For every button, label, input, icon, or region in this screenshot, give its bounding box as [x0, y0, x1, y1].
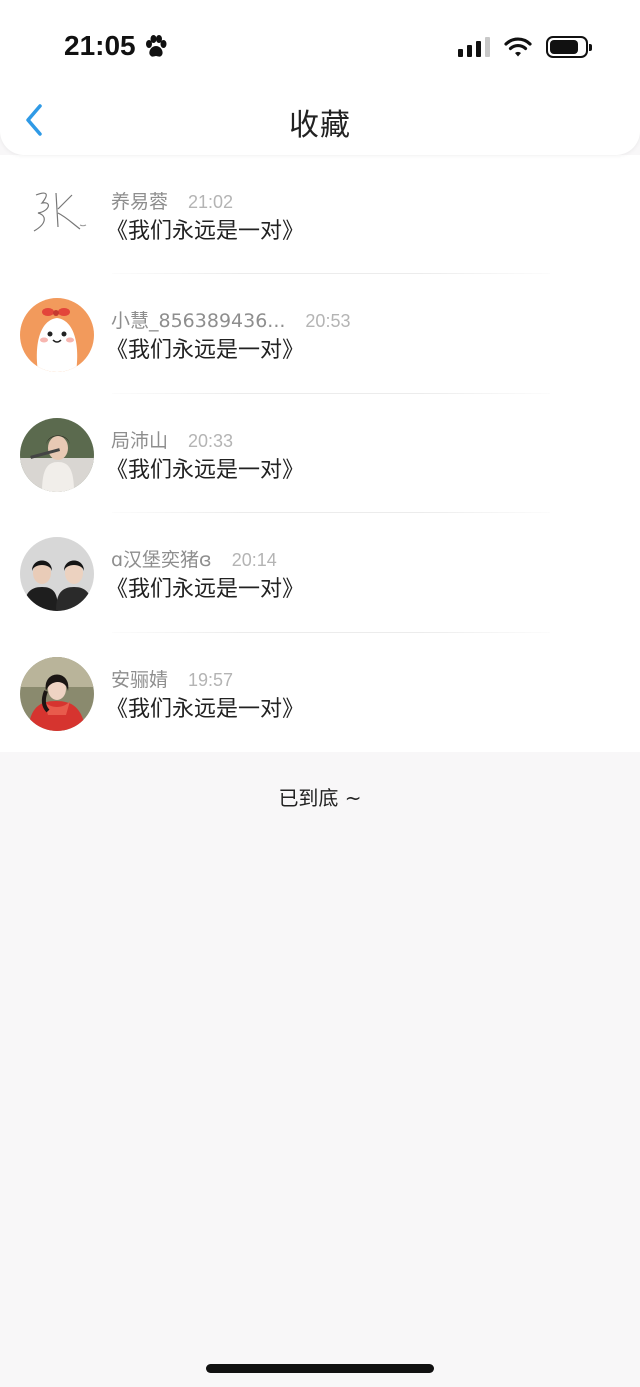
timestamp: 20:53	[305, 311, 351, 332]
home-indicator[interactable]	[206, 1364, 434, 1373]
timestamp: 20:14	[231, 550, 277, 571]
avatar[interactable]	[20, 179, 94, 253]
end-of-list-text: 已到底 ~	[278, 786, 362, 810]
avatar[interactable]	[20, 298, 94, 373]
user-name: 小慧_856389436...	[111, 310, 286, 333]
list-item[interactable]: 养易蓉 21:02 《我们永远是一对》	[0, 155, 640, 275]
header: 21:05 收藏	[0, 0, 640, 155]
user-name: 养易蓉	[111, 191, 169, 213]
timestamp: 21:02	[188, 192, 234, 212]
signal-icon	[458, 37, 490, 57]
favorite-title: 《我们永远是一对》	[106, 457, 305, 483]
list-item[interactable]: ɑ汉堡奕猪ɞ 20:14 《我们永远是一对》	[0, 513, 640, 633]
avatar[interactable]	[20, 656, 94, 731]
user-name: 局沛山	[111, 429, 169, 452]
wifi-icon	[504, 37, 532, 57]
list-item[interactable]: 局沛山 20:33 《我们永远是一对》	[0, 394, 640, 514]
page-title: 收藏	[289, 108, 351, 143]
user-name: 安骊婧	[111, 668, 169, 691]
battery-icon	[546, 36, 592, 58]
favorite-title: 《我们永远是一对》	[106, 577, 305, 603]
favorites-list: 养易蓉 21:02 《我们永远是一对》 小慧_856389436... 20:5…	[0, 155, 640, 752]
status-time: 21:05	[64, 30, 136, 61]
paw-icon	[146, 35, 167, 57]
timestamp: 19:57	[188, 669, 234, 690]
favorite-title: 《我们永远是一对》	[106, 338, 305, 364]
timestamp: 20:33	[188, 430, 234, 451]
avatar[interactable]	[20, 537, 94, 612]
avatar[interactable]	[20, 417, 94, 492]
favorite-title: 《我们永远是一对》	[106, 219, 305, 244]
list-item[interactable]: 小慧_856389436... 20:53 《我们永远是一对》	[0, 274, 640, 394]
list-item[interactable]: 安骊婧 19:57 《我们永远是一对》	[0, 633, 640, 752]
user-name: ɑ汉堡奕猪ɞ	[111, 549, 212, 572]
favorite-title: 《我们永远是一对》	[106, 696, 305, 722]
